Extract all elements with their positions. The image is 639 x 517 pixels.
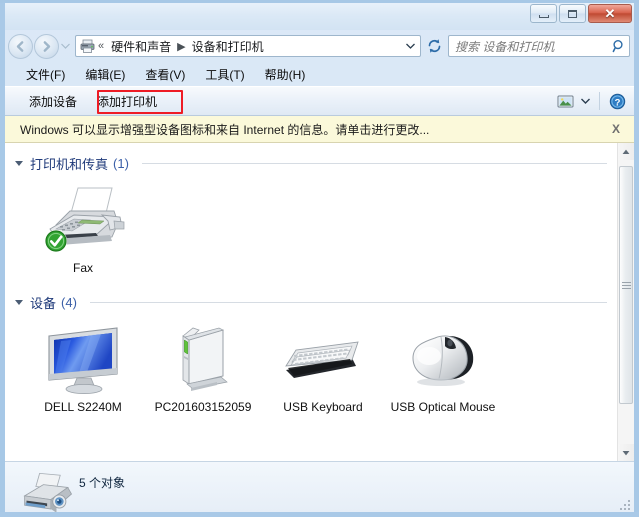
menu-item-tools[interactable]: 工具(T)	[196, 62, 253, 87]
back-arrow-icon	[16, 40, 24, 52]
toolbar-right-group: ?	[554, 91, 628, 112]
chevron-up-icon	[622, 149, 630, 154]
refresh-icon	[428, 39, 440, 53]
collapse-triangle-icon[interactable]	[15, 300, 23, 305]
preview-pane-icon	[557, 95, 573, 107]
keyboard-thumbnail	[265, 322, 381, 396]
change-view-button[interactable]	[554, 91, 576, 112]
group-items-devices: DELL S2240M PC201603152059 USB Keyboard …	[5, 316, 617, 421]
menu-item-view[interactable]: 查看(V)	[136, 62, 194, 87]
menu-item-edit[interactable]: 编辑(E)	[76, 62, 134, 87]
close-icon: ✕	[604, 6, 616, 21]
device-item-monitor[interactable]: DELL S2240M	[23, 318, 143, 421]
vertical-scrollbar[interactable]	[617, 143, 634, 461]
mouse-icon	[412, 335, 474, 386]
group-divider	[141, 163, 607, 164]
scroll-down-button[interactable]	[618, 444, 634, 461]
minimize-icon	[538, 14, 549, 18]
device-label: DELL S2240M	[44, 400, 122, 414]
search-input[interactable]: 搜索 设备和打印机	[455, 38, 612, 55]
view-options-caret[interactable]	[578, 91, 593, 112]
breadcrumb-overflow-icon[interactable]: «	[98, 40, 104, 52]
resize-grip-icon[interactable]	[618, 498, 632, 512]
mouse-thumbnail	[385, 322, 501, 396]
close-button[interactable]: ✕	[588, 4, 632, 23]
toolbar-separator	[599, 92, 600, 110]
maximize-button[interactable]	[559, 4, 586, 23]
device-item-keyboard[interactable]: USB Keyboard	[263, 318, 383, 421]
scrollbar-track[interactable]	[618, 160, 634, 444]
status-bar: 5 个对象	[5, 461, 634, 512]
device-item-mouse[interactable]: USB Optical Mouse	[383, 318, 503, 421]
add-device-button[interactable]: 添加设备	[19, 88, 87, 115]
navigation-buttons	[8, 33, 71, 59]
monitor-thumbnail	[25, 322, 141, 396]
scroll-up-button[interactable]	[618, 143, 634, 160]
device-list: 打印机和传真 (1) Fax 设备 (4) DELL S2240M PC2016…	[5, 143, 617, 461]
group-header-devices[interactable]: 设备 (4)	[5, 288, 617, 316]
breadcrumb-item-1[interactable]: 设备和打印机	[190, 37, 266, 56]
device-item-computer[interactable]: PC201603152059	[143, 318, 263, 421]
group-title: 设备	[30, 296, 57, 311]
minimize-button[interactable]	[530, 4, 557, 23]
window-controls: ✕	[530, 4, 632, 23]
fax-thumbnail	[25, 183, 141, 257]
maximize-icon	[568, 9, 577, 18]
device-item-fax[interactable]: Fax	[23, 179, 143, 282]
chevron-down-icon	[406, 43, 415, 49]
menu-bar: 文件(F) 编辑(E) 查看(V) 工具(T) 帮助(H)	[5, 62, 634, 86]
forward-arrow-icon	[43, 40, 51, 52]
computer-tower-icon	[182, 327, 228, 391]
breadcrumb-separator-icon[interactable]: ▶	[175, 40, 187, 53]
content-area: 打印机和传真 (1) Fax 设备 (4) DELL S2240M PC2016…	[5, 143, 634, 461]
address-bar: « 硬件和声音 ▶ 设备和打印机 搜索 设备和打印机	[5, 30, 634, 62]
breadcrumb: « 硬件和声音 ▶ 设备和打印机	[98, 37, 403, 56]
search-box[interactable]: 搜索 设备和打印机	[448, 35, 630, 57]
device-label: PC201603152059	[154, 400, 252, 414]
info-bar-close-button[interactable]: X	[608, 122, 624, 136]
chevron-down-icon	[581, 98, 590, 104]
devices-and-printers-window: ✕ « 硬件和声音 ▶ 设备和打印机 搜索 设备和打印机 文件(F) 编辑(E)…	[0, 0, 639, 517]
scrollbar-thumb[interactable]	[619, 166, 633, 404]
search-icon	[612, 39, 623, 53]
menu-item-help[interactable]: 帮助(H)	[256, 62, 315, 87]
forward-button[interactable]	[34, 33, 59, 59]
chevron-down-icon	[622, 450, 630, 455]
keyboard-icon	[285, 341, 359, 378]
add-printer-button[interactable]: 添加打印机	[87, 88, 167, 115]
help-button[interactable]: ?	[606, 91, 628, 112]
group-count: (1)	[113, 156, 129, 171]
group-header-printers[interactable]: 打印机和传真 (1)	[5, 149, 617, 177]
svg-text:?: ?	[614, 97, 620, 108]
toolbar: 添加设备 添加打印机 ?	[5, 86, 634, 116]
info-bar[interactable]: Windows 可以显示增强型设备图标和来自 Internet 的信息。请单击进…	[5, 116, 634, 143]
back-button[interactable]	[8, 33, 33, 59]
printer-device-icon	[23, 472, 73, 512]
breadcrumb-bar[interactable]: « 硬件和声音 ▶ 设备和打印机	[75, 35, 421, 57]
group-count: (4)	[61, 295, 77, 310]
scrollbar-grip-icon	[621, 281, 631, 289]
refresh-button[interactable]	[423, 35, 445, 57]
device-label: USB Optical Mouse	[390, 400, 496, 414]
help-icon: ?	[609, 93, 625, 109]
menu-item-file[interactable]: 文件(F)	[17, 62, 74, 87]
breadcrumb-dropdown-button[interactable]	[403, 43, 418, 49]
info-bar-message: Windows 可以显示增强型设备图标和来自 Internet 的信息。请单击进…	[20, 122, 430, 137]
monitor-icon	[48, 327, 118, 395]
chevron-down-icon	[61, 43, 70, 49]
title-bar: ✕	[5, 3, 634, 30]
computer-thumbnail	[145, 322, 261, 396]
group-title: 打印机和传真	[30, 157, 109, 172]
fax-machine-icon	[45, 187, 125, 252]
device-label: USB Keyboard	[283, 400, 363, 414]
recent-locations-button[interactable]	[60, 34, 71, 59]
collapse-triangle-icon[interactable]	[15, 161, 23, 166]
group-items-printers: Fax	[5, 177, 617, 282]
device-label: Fax	[72, 261, 93, 275]
printer-breadcrumb-icon	[80, 39, 95, 53]
breadcrumb-item-0[interactable]: 硬件和声音	[109, 37, 173, 56]
status-bar-text: 5 个对象	[79, 476, 126, 490]
group-divider	[89, 302, 607, 303]
status-bar-icon-wrap	[5, 468, 79, 512]
